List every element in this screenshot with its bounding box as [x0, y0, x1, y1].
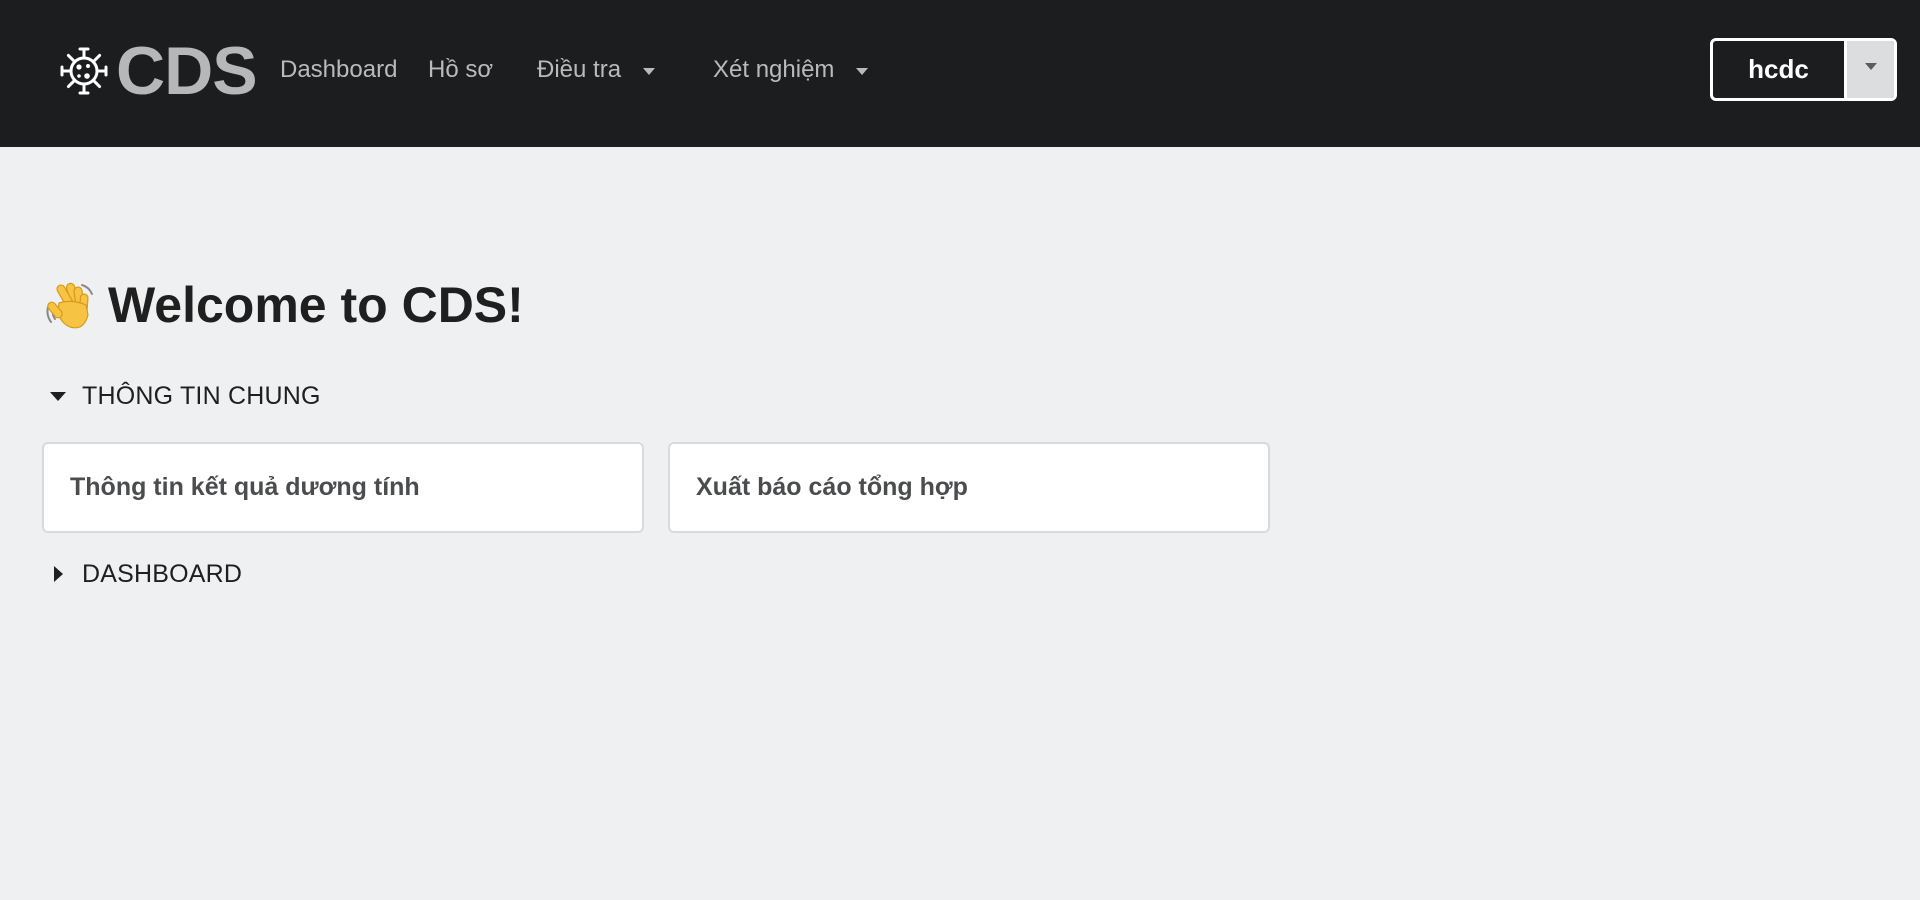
caret-down-icon	[50, 391, 66, 401]
caret-down-icon	[856, 67, 869, 75]
caret-down-icon	[643, 67, 656, 75]
section-label: DASHBOARD	[82, 559, 243, 588]
top-navbar: CDS Dashboard Hồ sơ Điều tra Xét nghiệm …	[0, 0, 1920, 147]
user-menu: hcdc	[1710, 38, 1897, 101]
welcome-heading: Welcome to CDS!	[42, 275, 524, 335]
card-label: Xuất báo cáo tổng hợp	[696, 473, 968, 501]
brand-name: CDS	[116, 33, 258, 109]
section-toggle-dashboard[interactable]: DASHBOARD	[50, 557, 242, 591]
nav-item-label: Hồ sơ	[428, 56, 494, 83]
section-label: THÔNG TIN CHUNG	[82, 381, 321, 410]
nav-item-label: Xét nghiệm	[713, 56, 835, 83]
user-dropdown-toggle[interactable]	[1847, 41, 1894, 98]
section-toggle-general-info[interactable]: THÔNG TIN CHUNG	[50, 379, 321, 413]
waving-hand-icon	[46, 282, 93, 329]
caret-down-icon	[1864, 63, 1877, 70]
caret-right-icon	[54, 566, 63, 582]
nav-item-label: Dashboard	[280, 56, 398, 83]
nav-item-ho-so[interactable]: Hồ sơ	[428, 50, 493, 90]
nav-item-label: Điều tra	[537, 56, 622, 83]
page-title: Welcome to CDS!	[108, 277, 524, 333]
card-label: Thông tin kết quả dương tính	[70, 473, 420, 501]
nav-dropdown-dieu-tra[interactable]: Điều tra	[537, 50, 656, 90]
card-summary-report[interactable]: Xuất báo cáo tổng hợp	[668, 442, 1270, 533]
card-positive-results[interactable]: Thông tin kết quả dương tính	[42, 442, 644, 533]
nav-dropdown-xet-nghiem[interactable]: Xét nghiệm	[713, 50, 869, 90]
main-content: Welcome to CDS! THÔNG TIN CHUNG Thông ti…	[0, 147, 1920, 900]
brand-logo[interactable]: CDS	[58, 33, 258, 109]
nav-item-dashboard[interactable]: Dashboard	[280, 50, 397, 90]
user-button[interactable]: hcdc	[1713, 41, 1847, 98]
virus-icon	[60, 47, 108, 95]
